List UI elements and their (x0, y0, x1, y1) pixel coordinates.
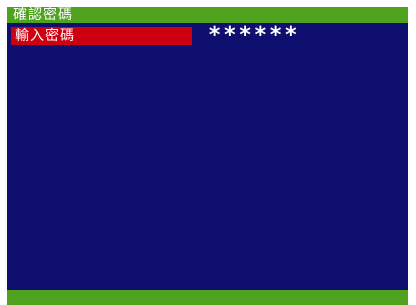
osd-screen: 確認密碼 輸入密碼 ****** (7, 7, 408, 305)
page-title: 確認密碼 (13, 7, 73, 23)
selected-highlight: 輸入密碼 (11, 27, 192, 45)
password-field-label: 輸入密碼 (15, 28, 75, 44)
status-bar (7, 290, 408, 305)
password-field[interactable]: ****** (208, 25, 299, 47)
password-row[interactable]: 輸入密碼 ****** (7, 25, 408, 47)
title-bar: 確認密碼 (7, 7, 408, 23)
